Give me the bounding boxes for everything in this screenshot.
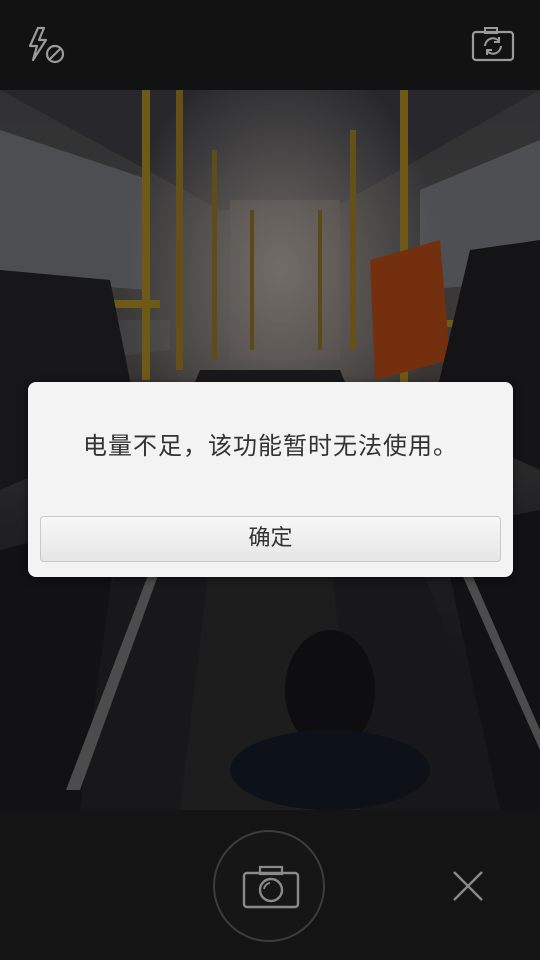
camera-switch-icon: [471, 27, 515, 62]
close-button[interactable]: [448, 866, 488, 906]
dialog-message: 电量不足，该功能暂时无法使用。: [83, 432, 458, 460]
camera-switch-button[interactable]: [470, 24, 518, 68]
top-bar: [0, 0, 540, 90]
camera-screen: 电量不足，该功能暂时无法使用。 确定: [0, 0, 540, 960]
flash-off-icon: [28, 26, 65, 64]
low-battery-dialog: 电量不足，该功能暂时无法使用。 确定: [28, 382, 513, 577]
shutter-button[interactable]: [213, 830, 325, 942]
camera-icon: [242, 865, 300, 909]
confirm-button[interactable]: 确定: [40, 516, 501, 562]
close-icon: [453, 871, 483, 901]
flash-toggle-button[interactable]: [24, 24, 70, 70]
